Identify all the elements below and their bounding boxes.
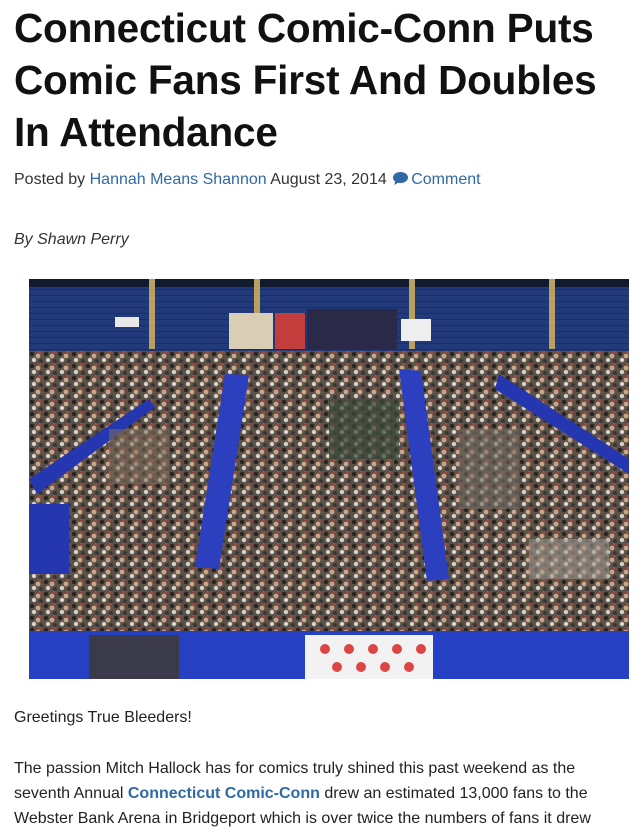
posted-by-label: Posted by — [14, 171, 86, 188]
body-paragraph: The passion Mitch Hallock has for comics… — [14, 756, 634, 831]
greeting-paragraph: Greetings True Bleeders! — [14, 709, 192, 726]
byline: By Shawn Perry — [14, 231, 129, 248]
comic-conn-link[interactable]: Connecticut Comic-Conn — [128, 785, 320, 802]
author-link[interactable]: Hannah Means Shannon — [90, 171, 267, 188]
convention-photo — [29, 279, 629, 679]
post-meta: Posted by Hannah Means Shannon August 23… — [14, 171, 481, 189]
speech-bubble-icon — [393, 172, 409, 185]
comment-link[interactable]: Comment — [411, 171, 480, 188]
article-title: Connecticut Comic-Conn Puts Comic Fans F… — [14, 5, 597, 155]
convention-image — [29, 279, 629, 679]
post-date: August 23, 2014 — [270, 171, 387, 188]
